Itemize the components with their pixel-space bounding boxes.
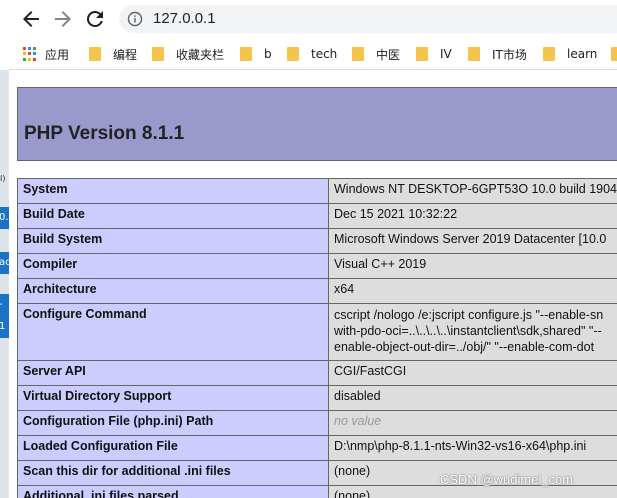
browser-chrome: 127.0.0.1 应用 编程 收藏夹栏 b tech 中医 IV IT市场 l…: [9, 0, 617, 70]
row-key: Build Date: [17, 203, 329, 229]
row-value: Windows NT DESKTOP-6GPT53O 10.0 build 19…: [328, 178, 617, 204]
folder-icon: [468, 47, 480, 61]
page-title: PHP Version 8.1.1: [24, 123, 185, 144]
phpinfo-page: PHP Version 8.1.1 System Windows NT DESK…: [9, 70, 617, 498]
bookmark-label: 编程: [113, 47, 138, 62]
folder-icon: [152, 47, 164, 61]
row-value: disabled: [328, 385, 617, 411]
row-key: Server API: [17, 360, 329, 386]
background-window-strip: I) 0. ac - 1: [0, 70, 9, 498]
row-value: no value: [328, 410, 617, 436]
table-row: Configuration File (php.ini) Path no val…: [17, 410, 617, 436]
row-key: Compiler: [17, 253, 329, 279]
row-key: Loaded Configuration File: [17, 435, 329, 461]
folder-icon: [543, 47, 555, 61]
address-bar[interactable]: 127.0.0.1: [119, 5, 617, 33]
folder-icon: [416, 47, 428, 61]
arrow-right-icon: [55, 11, 71, 27]
strip-text: I): [0, 174, 6, 183]
table-row: Additional .ini files parsed (none): [17, 485, 617, 498]
watermark: CSDN @wudimei_com: [440, 472, 574, 487]
arrow-left-icon: [23, 11, 39, 27]
bookmark-folder[interactable]: 编程: [89, 45, 137, 63]
apps-icon: [23, 47, 37, 61]
table-row: Virtual Directory Support disabled: [17, 385, 617, 411]
folder-icon: [240, 47, 252, 61]
php-version-header: PHP Version 8.1.1: [17, 87, 617, 161]
bookmark-label: 应用: [45, 47, 70, 62]
strip-item: 1: [0, 316, 9, 338]
table-row: Configure Command cscript /nologo /e:jsc…: [17, 303, 617, 361]
row-value: cscript /nologo /e:jscript configure.js …: [328, 303, 617, 361]
table-row: Server API CGI/FastCGI: [17, 360, 617, 386]
configure-line: enable-object-out-dir=../obj/" "--enable…: [334, 340, 595, 354]
configure-line: with-pdo-oci=..\..\..\..\instantclient\s…: [334, 324, 602, 338]
strip-item: -: [0, 294, 9, 316]
folder-icon: [89, 47, 101, 61]
bookmark-label: IT市场: [492, 47, 527, 62]
php-info-table: System Windows NT DESKTOP-6GPT53O 10.0 b…: [17, 178, 617, 498]
row-value: Visual C++ 2019: [328, 253, 617, 279]
info-icon: [127, 11, 143, 27]
folder-icon: [287, 47, 299, 61]
bookmarks-bar: 应用 编程 收藏夹栏 b tech 中医 IV IT市场 learn: [9, 38, 617, 70]
folder-icon: [611, 47, 617, 61]
back-button[interactable]: [19, 7, 43, 31]
row-key: System: [17, 178, 329, 204]
row-value: Dec 15 2021 10:32:22: [328, 203, 617, 229]
bookmark-folder[interactable]: IT市场: [468, 45, 527, 63]
bookmark-label: 收藏夹栏: [176, 47, 225, 62]
bookmark-label: b: [264, 47, 272, 61]
bookmark-folder[interactable]: 收藏夹栏: [152, 45, 224, 63]
reload-icon: [86, 10, 103, 27]
row-value: D:\nmp\php-8.1.1-nts-Win32-vs16-x64\php.…: [328, 435, 617, 461]
strip-item: 0.: [0, 207, 9, 229]
row-key: Configuration File (php.ini) Path: [17, 410, 329, 436]
bookmark-folder[interactable]: b: [240, 45, 272, 63]
table-row: Build Date Dec 15 2021 10:32:22: [17, 203, 617, 229]
row-value: x64: [328, 278, 617, 304]
bookmark-label: learn: [567, 47, 598, 61]
table-row: Architecture x64: [17, 278, 617, 304]
row-key: Scan this dir for additional .ini files: [17, 460, 329, 486]
bookmark-folder-partial[interactable]: [611, 45, 617, 63]
bookmark-folder[interactable]: IV: [416, 45, 452, 63]
table-row: Loaded Configuration File D:\nmp\php-8.1…: [17, 435, 617, 461]
bookmark-folder[interactable]: 中医: [352, 45, 400, 63]
row-key: Build System: [17, 228, 329, 254]
bookmark-apps[interactable]: 应用: [23, 45, 69, 63]
no-value-text: no value: [334, 414, 382, 428]
configure-line: cscript /nologo /e:jscript configure.js …: [334, 308, 604, 322]
bookmark-folder[interactable]: tech: [287, 45, 337, 63]
bookmark-label: 中医: [376, 47, 401, 62]
bookmark-label: IV: [440, 47, 452, 61]
row-key: Additional .ini files parsed: [17, 485, 329, 498]
table-row: Build System Microsoft Windows Server 20…: [17, 228, 617, 254]
url-text[interactable]: 127.0.0.1: [153, 10, 216, 27]
forward-button[interactable]: [51, 7, 75, 31]
table-row: Compiler Visual C++ 2019: [17, 253, 617, 279]
bookmark-folder[interactable]: learn: [543, 45, 597, 63]
row-value: Microsoft Windows Server 2019 Datacenter…: [328, 228, 617, 254]
folder-icon: [352, 47, 364, 61]
strip-item: ac: [0, 252, 9, 274]
row-key: Configure Command: [17, 303, 329, 361]
row-value: CGI/FastCGI: [328, 360, 617, 386]
reload-button[interactable]: [83, 7, 107, 31]
browser-toolbar: 127.0.0.1: [9, 0, 617, 38]
bookmark-label: tech: [311, 47, 338, 61]
row-key: Architecture: [17, 278, 329, 304]
table-row: System Windows NT DESKTOP-6GPT53O 10.0 b…: [17, 178, 617, 204]
row-key: Virtual Directory Support: [17, 385, 329, 411]
row-value: (none): [328, 485, 617, 498]
